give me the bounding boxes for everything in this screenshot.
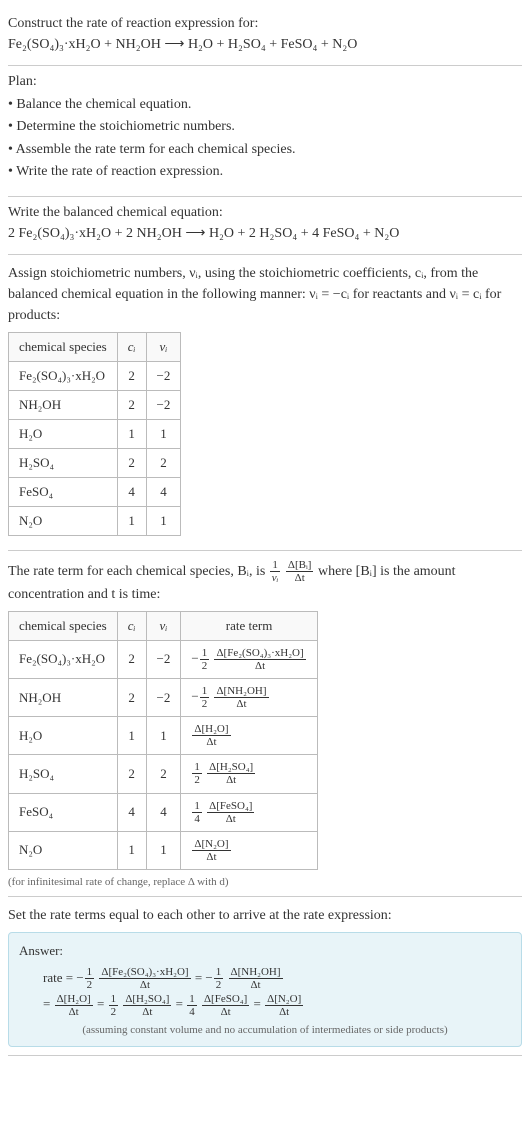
table-row: Fe₂(SO₄)₃·xH₂O2−2−12 Δ[Fe₂(SO₄)₃·xH₂O]Δt [9,640,318,678]
plan-list: Balance the chemical equation. Determine… [8,94,522,184]
table-header-row: chemical species cᵢ νᵢ [9,332,181,361]
table-header-row: chemical species cᵢ νᵢ rate term [9,611,318,640]
plan-item: Balance the chemical equation. [8,94,522,116]
rate-expression: rate = −12 Δ[Fe₂(SO₄)₃·xH₂O]Δt = −12 Δ[N… [19,965,511,1018]
arrow-icon: ⟶ [185,226,209,241]
intro-section: Construct the rate of reaction expressio… [8,8,522,66]
stoich-section: Assign stoichiometric numbers, νᵢ, using… [8,255,522,551]
table-row: H₂O11Δ[H₂O]Δt [9,717,318,755]
col-rate-term: rate term [181,611,317,640]
plan-item: Write the rate of reaction expression. [8,161,522,183]
table-row: N₂O11Δ[N₂O]Δt [9,831,318,869]
balanced-eq-rhs: H₂O + 2 H₂SO₄ + 4 FeSO₄ + N₂O [209,226,399,241]
balanced-eq-lhs: 2 Fe₂(SO₄)₃·xH₂O + 2 NH₂OH [8,226,182,241]
col-ci: cᵢ [117,332,146,361]
set-equal-text: Set the rate terms equal to each other t… [8,905,522,926]
table-row: NH₂OH2−2 [9,390,181,419]
table-row: FeSO₄4414 Δ[FeSO₄]Δt [9,793,318,831]
frac-1-over-vi: 1νᵢ [270,559,281,584]
balanced-title: Write the balanced chemical equation: [8,205,522,221]
plan-title: Plan: [8,74,522,90]
plan-section: Plan: Balance the chemical equation. Det… [8,66,522,197]
col-vi: νᵢ [146,611,181,640]
table-row: FeSO₄44 [9,477,181,506]
plan-item: Determine the stoichiometric numbers. [8,116,522,138]
answer-note: (assuming constant volume and no accumul… [19,1024,511,1036]
rate-section: The rate term for each chemical species,… [8,551,522,897]
answer-label: Answer: [19,943,511,959]
arrow-icon: ⟶ [164,37,188,52]
rate-intro: The rate term for each chemical species,… [8,559,522,605]
stoich-table: chemical species cᵢ νᵢ Fe₂(SO₄)₃·xH₂O2−2… [8,332,181,536]
table-row: N₂O11 [9,506,181,535]
intro-equation: Fe₂(SO₄)₃·xH₂O + NH₂OH ⟶ H₂O + H₂SO₄ + F… [8,36,522,53]
intro-eq-rhs: H₂O + H₂SO₄ + FeSO₄ + N₂O [188,37,357,52]
rate-note: (for infinitesimal rate of change, repla… [8,876,522,888]
col-ci: cᵢ [117,611,146,640]
balanced-equation: 2 Fe₂(SO₄)₃·xH₂O + 2 NH₂OH ⟶ H₂O + 2 H₂S… [8,225,522,242]
col-species: chemical species [9,611,118,640]
table-row: NH₂OH2−2−12 Δ[NH₂OH]Δt [9,678,318,716]
stoich-intro: Assign stoichiometric numbers, νᵢ, using… [8,263,522,326]
balanced-section: Write the balanced chemical equation: 2 … [8,197,522,255]
col-vi: νᵢ [146,332,181,361]
answer-section: Set the rate terms equal to each other t… [8,897,522,1056]
rate-table: chemical species cᵢ νᵢ rate term Fe₂(SO₄… [8,611,318,870]
frac-dBi-dt: Δ[Bᵢ]Δt [286,559,314,584]
plan-item: Assemble the rate term for each chemical… [8,139,522,161]
answer-box: Answer: rate = −12 Δ[Fe₂(SO₄)₃·xH₂O]Δt =… [8,932,522,1047]
table-row: Fe₂(SO₄)₃·xH₂O2−2 [9,361,181,390]
intro-title: Construct the rate of reaction expressio… [8,16,522,32]
intro-eq-lhs: Fe₂(SO₄)₃·xH₂O + NH₂OH [8,37,161,52]
col-species: chemical species [9,332,118,361]
table-row: H₂O11 [9,419,181,448]
table-row: H₂SO₄2212 Δ[H₂SO₄]Δt [9,755,318,793]
table-row: H₂SO₄22 [9,448,181,477]
